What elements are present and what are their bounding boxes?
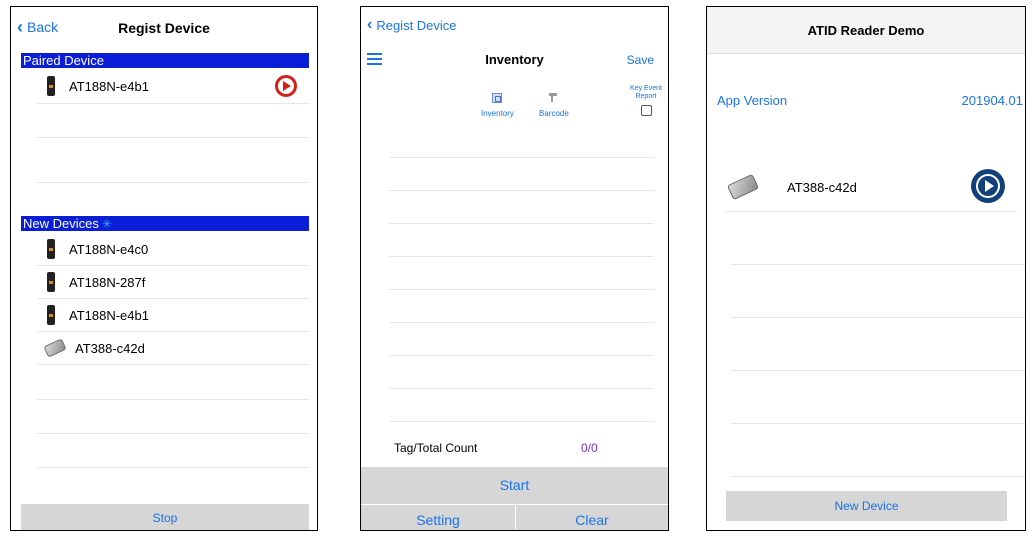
barcode-scanner-icon (548, 93, 559, 102)
inventory-screen: ‹ Regist Device Inventory Save Inventory… (360, 6, 669, 531)
start-button[interactable]: Start (361, 467, 668, 504)
clear-button[interactable]: Clear (516, 505, 668, 530)
list-divider (389, 190, 654, 191)
new-devices-label: New Devices (23, 216, 99, 231)
phone-icon (47, 239, 55, 259)
list-item (37, 433, 309, 468)
new-devices-header: New Devices ✳ (21, 216, 309, 231)
page-title: Regist Device (118, 20, 210, 36)
device-row[interactable]: AT388-c42d (725, 163, 1017, 212)
new-device-row[interactable]: AT188N-287f (37, 266, 309, 299)
list-divider (389, 355, 654, 356)
list-item (37, 103, 309, 138)
list-divider (389, 157, 654, 158)
phone-icon (47, 305, 55, 325)
back-button[interactable]: ‹ Regist Device (367, 16, 457, 34)
new-device-button[interactable]: New Device (726, 491, 1007, 521)
nav-bar: ATID Reader Demo (707, 7, 1025, 54)
list-divider (389, 256, 654, 257)
setting-button[interactable]: Setting (361, 505, 515, 530)
save-button[interactable]: Save (627, 53, 654, 67)
key-event-report: Key Event Report (628, 85, 664, 116)
tab-label: Inventory (481, 109, 514, 118)
new-device-row[interactable]: AT188N-e4b1 (37, 299, 309, 332)
nav-bar: ‹ Back Regist Device (11, 7, 317, 47)
list-divider (389, 322, 654, 323)
list-divider (389, 289, 654, 290)
page-title: Inventory (485, 52, 544, 67)
new-device-row[interactable]: AT188N-e4c0 (37, 233, 309, 266)
new-device-row[interactable]: AT388-c42d (37, 332, 309, 365)
key-event-report-label: Key Event Report (630, 85, 662, 100)
reader-icon (43, 338, 67, 358)
tab-label: Barcode (539, 109, 569, 118)
phone-icon (47, 272, 55, 292)
list-divider (389, 388, 654, 389)
reader-demo-screen: ATID Reader Demo App Version 201904.01 A… (706, 6, 1026, 531)
paired-device-row[interactable]: AT188N-e4b1 (37, 69, 309, 104)
list-divider (731, 476, 1025, 477)
paired-device-header: Paired Device (21, 53, 309, 68)
list-item (37, 399, 309, 434)
device-name: AT188N-e4b1 (69, 78, 149, 94)
tag-count-value: 0/0 (581, 441, 598, 455)
tag-count-label: Tag/Total Count (394, 441, 478, 455)
phone-icon (47, 76, 55, 96)
device-name: AT188N-287f (69, 274, 146, 290)
spinner-icon: ✳ (101, 217, 112, 231)
inventory-icon (492, 93, 503, 103)
stop-button[interactable]: Stop (21, 504, 309, 530)
chevron-left-icon: ‹ (367, 16, 373, 33)
connect-play-icon[interactable] (971, 169, 1005, 203)
device-name: AT188N-e4c0 (69, 241, 149, 257)
list-item (37, 137, 309, 183)
device-name: AT188N-e4b1 (69, 307, 149, 323)
device-name: AT388-c42d (75, 340, 145, 356)
key-event-report-checkbox[interactable] (640, 105, 652, 116)
device-name: AT388-c42d (787, 179, 857, 195)
list-divider (731, 423, 1025, 424)
tab-barcode[interactable]: Barcode (539, 93, 569, 118)
tab-inventory[interactable]: Inventory (481, 93, 514, 118)
list-divider (389, 223, 654, 224)
list-divider (731, 317, 1025, 318)
list-item (37, 365, 309, 400)
list-divider (731, 370, 1025, 371)
reader-icon (726, 173, 760, 201)
app-version-value: 201904.01 (961, 93, 1023, 108)
page-title: ATID Reader Demo (807, 23, 925, 38)
connect-play-icon[interactable] (275, 75, 297, 97)
list-divider (731, 264, 1025, 265)
app-version-label: App Version (717, 93, 788, 108)
back-label: Regist Device (376, 17, 457, 33)
regist-device-screen: ‹ Back Regist Device Paired Device AT188… (10, 6, 318, 531)
list-divider (389, 421, 654, 422)
